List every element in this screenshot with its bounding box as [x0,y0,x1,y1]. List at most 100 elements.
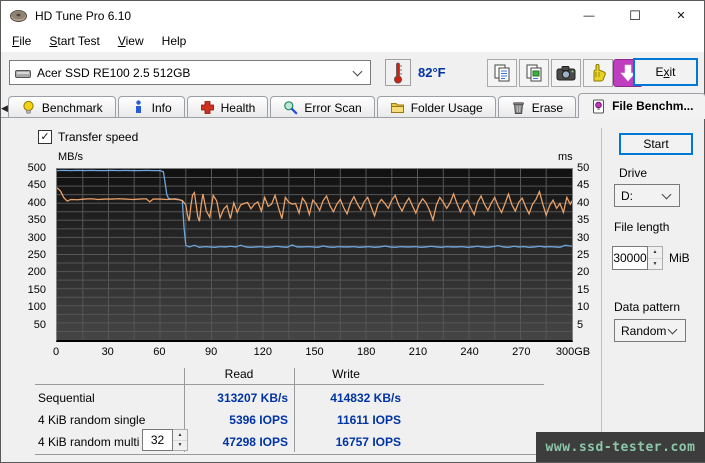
axis-tick-label: 180 [357,346,376,358]
menu-view[interactable]: View [109,31,153,51]
axis-tick-label: 50 [577,162,590,174]
watermark-banner: www.ssd-tester.com [536,432,705,462]
axis-tick-label: 270 [512,346,531,358]
hand-icon [593,63,606,82]
chevron-down-icon [667,324,678,334]
axis-tick-label: 45 [577,179,590,192]
screenshot-button[interactable] [551,59,581,87]
hd-tune-window: HD Tune Pro 6.10 — ☐ ✕ File Start Test V… [0,0,705,463]
axis-tick-label: 5 [577,318,584,331]
copy-text-button[interactable] [487,59,517,87]
table-header-rule [35,384,544,385]
drive-icon [15,69,31,78]
random-multi-read-value: 47298 IOPS [222,435,288,449]
donate-button[interactable] [583,59,613,87]
spin-down-icon[interactable]: ▼ [173,440,187,450]
drive-label: Drive [619,166,648,180]
sequential-write-value: 414832 KB/s [330,391,401,405]
queue-depth-value[interactable]: 32 [142,429,173,451]
axis-tick-label: 90 [204,346,218,358]
temperature-value: 82°F [418,65,446,80]
data-pattern-combobox[interactable]: Random [614,319,686,342]
minimize-button[interactable]: — [566,1,612,30]
tab-strip: ◀ Benchmark Info Health Error Scan Folde… [1,93,705,118]
watermark-text: www.ssd-tester.com [545,439,696,455]
axis-tick-label: 30 [577,231,590,244]
drive-combobox[interactable]: D: [614,184,680,207]
tab-erase[interactable]: Erase [497,96,577,118]
tab-label: Folder Usage [410,100,483,115]
chevron-down-icon [661,189,672,199]
axis-tick-label: 25 [577,249,590,261]
tab-error-scan[interactable]: Error Scan [270,96,375,118]
file-length-stepper[interactable]: 30000 ▲ ▼ [612,246,663,270]
queue-depth-spin-buttons[interactable]: ▲ ▼ [173,429,188,451]
menu-file[interactable]: File [3,31,40,51]
axis-tick-label: 100 [27,301,46,314]
spin-up-icon[interactable]: ▲ [173,430,187,441]
axis-tick-label: 250 [27,249,46,261]
left-axis-ticks: 500 450 400 350 300 250 200 150 100 50 [1,162,51,342]
tab-health[interactable]: Health [186,96,269,118]
random-single-read-value: 5396 IOPS [229,413,288,427]
chevron-down-icon [352,66,363,76]
axis-tick-label: 0 [52,346,60,358]
file-length-value[interactable]: 30000 [612,246,648,270]
window-title: HD Tune Pro 6.10 [35,8,132,23]
axis-tick-label: 120 [253,346,272,358]
tab-info[interactable]: Info [117,96,185,118]
axis-tick-label: 200 [27,266,46,279]
copy-text-icon [494,64,510,82]
tab-label: File Benchm... [612,99,694,113]
axis-tick-label: 210 [408,346,428,358]
start-button[interactable]: Start [619,133,693,155]
spin-up-icon[interactable]: ▲ [648,247,662,259]
close-button[interactable]: ✕ [658,1,704,30]
drive-select-combobox[interactable]: Acer SSD RE100 2.5 512GB [9,60,371,85]
trash-icon [512,102,524,114]
menu-help[interactable]: Help [153,31,196,51]
tab-scroll-left[interactable]: ◀ [1,98,8,118]
tab-benchmark[interactable]: Benchmark [7,96,116,118]
table-bottom-rule [35,454,544,455]
file-length-spin-buttons[interactable]: ▲ ▼ [648,246,663,270]
tab-folder-usage[interactable]: Folder Usage [376,96,496,118]
maximize-button[interactable]: ☐ [612,1,658,30]
file-length-unit: MiB [669,251,690,265]
file-length-label: File length [614,220,670,234]
spin-down-icon[interactable]: ▼ [648,258,662,269]
tab-label: Error Scan [304,100,362,115]
transfer-speed-checkbox[interactable]: ✓ [38,130,52,144]
menu-bar: File Start Test View Help [1,30,704,52]
folder-icon [390,103,404,113]
copy-image-button[interactable] [519,59,549,87]
exit-button[interactable]: Ex it [633,58,698,86]
app-disk-icon [10,9,27,22]
selected-drive-label: Acer SSD RE100 2.5 512GB [37,65,191,80]
menu-start-test[interactable]: Start Test [40,31,108,51]
axis-tick-label: 240 [460,346,479,358]
left-axis-title: MB/s [58,151,84,163]
axis-tick-label: 300 [27,231,46,244]
axis-tick-label: 350 [27,214,46,227]
axis-tick-label: 150 [27,283,46,296]
file-benchmark-icon [593,99,605,113]
axis-tick-label: 450 [27,179,46,192]
row-label-random-single: 4 KiB random single [38,413,146,427]
axis-tick-label: 15 [577,283,590,296]
tab-file-benchmark[interactable]: File Benchm... [578,93,705,118]
random-single-write-value: 11611 IOPS [336,413,401,427]
queue-depth-stepper[interactable]: 32 ▲ ▼ [142,429,188,451]
data-pattern-label: Data pattern [614,300,681,314]
transfer-speed-chart [56,168,573,342]
axis-tick-label: 300GB [555,346,591,358]
temperature-button[interactable] [385,59,411,86]
axis-tick-label: 10 [577,301,590,314]
transfer-speed-option[interactable]: ✓ Transfer speed [38,130,138,144]
axis-tick-label: 40 [577,196,590,209]
x-axis-ticks: 0 30 60 90 120 150 180 210 240 270 300GB [52,346,590,360]
tab-label: Info [151,100,172,115]
window-controls: — ☐ ✕ [566,1,704,30]
axis-tick-label: 35 [577,214,590,227]
random-multi-write-value: 16757 IOPS [335,435,401,449]
